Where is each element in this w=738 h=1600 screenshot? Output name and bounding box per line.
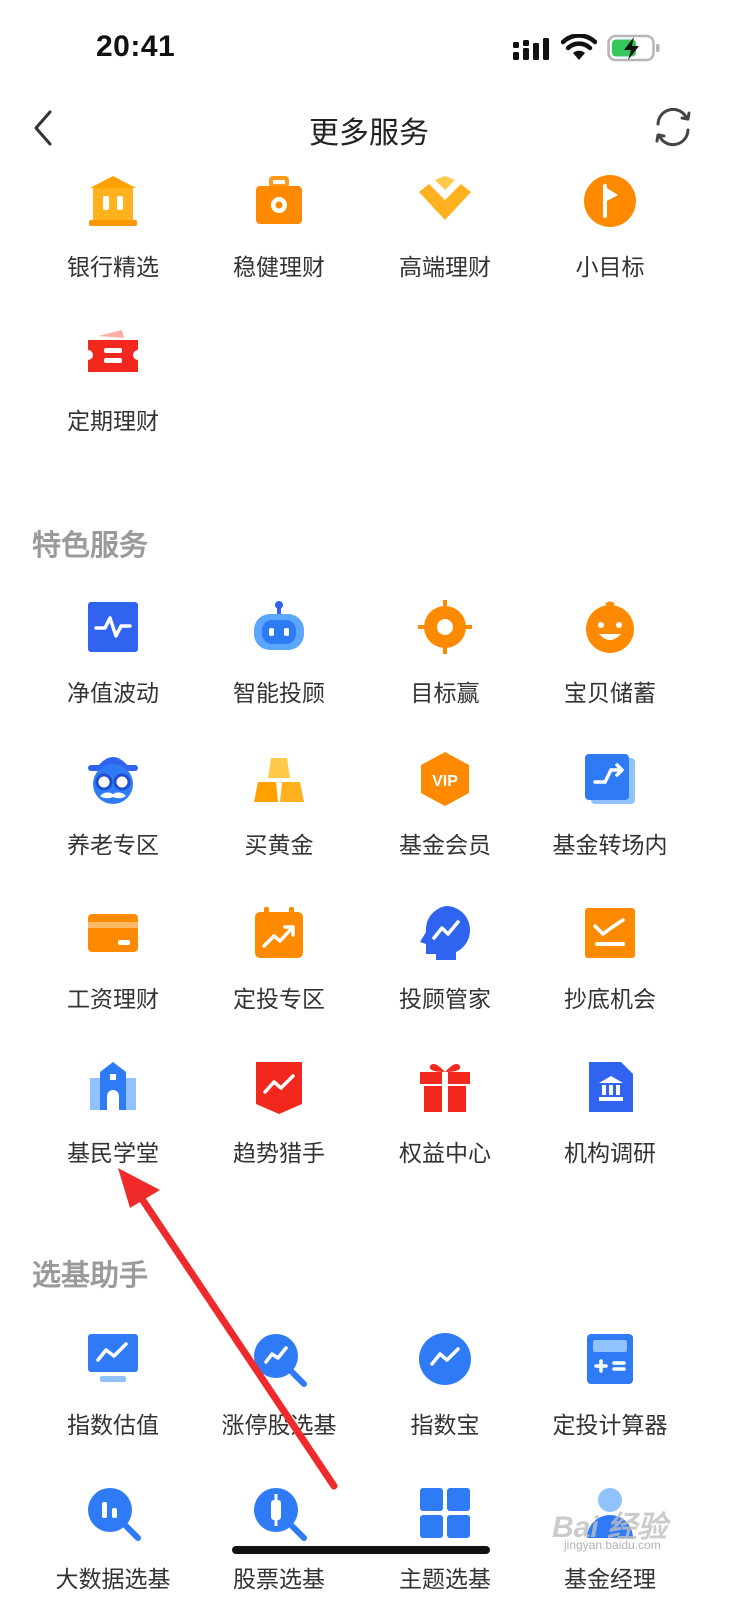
helper-big-data-fund[interactable]: 大数据选基 <box>30 1484 196 1600</box>
service-label: 涨停股选基 <box>221 1412 337 1438</box>
gift-icon <box>420 1064 470 1112</box>
helper-aip-calculator[interactable]: 定投计算器 <box>527 1330 693 1470</box>
institution-icon <box>589 1062 633 1112</box>
service-advisor-butler[interactable]: 投顾管家 <box>362 904 528 1044</box>
transfer-icon <box>585 754 635 804</box>
service-label: 股票选基 <box>233 1566 325 1592</box>
vip-icon: VIP <box>421 752 469 806</box>
baby-face-icon <box>586 601 634 653</box>
service-label: 指数宝 <box>410 1412 480 1438</box>
service-baby-savings[interactable]: 宝贝储蓄 <box>527 598 693 738</box>
vip-badge-text: VIP <box>432 773 458 790</box>
refresh-icon[interactable] <box>650 104 696 150</box>
service-investor-school[interactable]: 基民学堂 <box>30 1058 196 1198</box>
service-label: 宝贝储蓄 <box>564 680 656 706</box>
service-label: 机构调研 <box>564 1140 656 1166</box>
status-time: 20:41 <box>96 30 176 63</box>
advisor-head-icon <box>420 906 471 960</box>
service-benefits-center[interactable]: 权益中心 <box>362 1058 528 1198</box>
service-label: 定期理财 <box>67 408 159 434</box>
section-title-helper: 选基助手 <box>32 1260 149 1292</box>
service-label: 基金转场内 <box>552 832 668 858</box>
grandpa-icon <box>88 757 138 804</box>
monitor-trend-icon <box>88 1334 138 1382</box>
service-label: 目标赢 <box>410 680 480 706</box>
robot-icon <box>254 601 304 650</box>
page-title: 更多服务 <box>309 117 429 150</box>
index-circle-icon <box>419 1333 471 1385</box>
service-fixed-term[interactable]: 定期理财 <box>30 326 196 466</box>
service-small-goal[interactable]: 小目标 <box>527 172 693 312</box>
service-label: 指数估值 <box>67 1412 159 1438</box>
service-label: 基民学堂 <box>67 1140 159 1166</box>
chart-pulse-icon <box>88 602 138 652</box>
service-bank-select[interactable]: 银行精选 <box>30 172 196 312</box>
service-label: 主题选基 <box>399 1566 491 1592</box>
section-title-featured: 特色服务 <box>32 530 149 562</box>
service-steady-finance[interactable]: 稳健理财 <box>196 172 362 312</box>
service-label: 工资理财 <box>67 986 159 1012</box>
card-icon <box>88 914 138 952</box>
home-indicator <box>232 1546 490 1554</box>
service-buy-gold[interactable]: 买黄金 <box>196 750 362 890</box>
calendar-trend-icon <box>255 907 303 958</box>
service-label: 稳健理财 <box>233 254 325 280</box>
navigation-header: 更多服务 <box>0 96 738 160</box>
target-icon <box>418 600 472 654</box>
helper-stock-fund[interactable]: 股票选基 <box>196 1484 362 1600</box>
helper-index-valuation[interactable]: 指数估值 <box>30 1330 196 1470</box>
watermark-site: jingyan.baidu.com <box>564 1538 661 1552</box>
service-label: 定投专区 <box>233 986 325 1012</box>
search-trend-icon <box>254 1334 307 1387</box>
service-aip-zone[interactable]: 定投专区 <box>196 904 362 1044</box>
service-label: 抄底机会 <box>564 986 656 1012</box>
service-label: 基金会员 <box>399 832 491 858</box>
service-label: 定投计算器 <box>552 1412 668 1438</box>
service-label: 投顾管家 <box>399 986 491 1012</box>
service-robo-advisor[interactable]: 智能投顾 <box>196 598 362 738</box>
service-goal-win[interactable]: 目标赢 <box>362 598 528 738</box>
service-label: 趋势猎手 <box>233 1140 325 1166</box>
service-fund-transfer[interactable]: 基金转场内 <box>527 750 693 890</box>
service-nav-volatility[interactable]: 净值波动 <box>30 598 196 738</box>
battery-charging-icon <box>607 34 660 62</box>
service-label: 智能投顾 <box>233 680 325 706</box>
helper-theme-fund[interactable]: 主题选基 <box>362 1484 528 1600</box>
service-label: 大数据选基 <box>55 1566 171 1592</box>
service-institution-research[interactable]: 机构调研 <box>527 1058 693 1198</box>
service-label: 权益中心 <box>399 1140 491 1166</box>
watermark: Bai 经验 jingyan.baidu.com <box>552 1500 702 1560</box>
school-icon <box>90 1062 136 1110</box>
service-salary-finance[interactable]: 工资理财 <box>30 904 196 1044</box>
calculator-icon <box>587 1334 633 1384</box>
flag-icon <box>584 175 636 227</box>
ticket-icon <box>88 330 138 372</box>
service-high-end-finance[interactable]: 高端理财 <box>362 172 528 312</box>
trend-banner-icon <box>256 1062 302 1114</box>
service-label: 小目标 <box>575 254 645 280</box>
service-label: 银行精选 <box>67 254 159 280</box>
service-bottom-opportunity[interactable]: 抄底机会 <box>527 904 693 1044</box>
signal-icon <box>513 38 549 60</box>
service-pension-zone[interactable]: 养老专区 <box>30 750 196 890</box>
helper-index-treasure[interactable]: 指数宝 <box>362 1330 528 1470</box>
bank-icon <box>89 176 137 226</box>
service-label: 净值波动 <box>67 680 159 706</box>
service-label: 买黄金 <box>244 832 314 858</box>
gold-bars-icon <box>254 758 304 802</box>
service-label: 基金经理 <box>564 1566 656 1592</box>
search-bars-icon <box>88 1488 141 1541</box>
helper-limit-up-fund[interactable]: 涨停股选基 <box>196 1330 362 1470</box>
briefcase-icon <box>256 176 302 224</box>
service-trend-hunter[interactable]: 趋势猎手 <box>196 1058 362 1198</box>
bottom-chart-icon <box>585 908 635 958</box>
diamond-icon <box>419 176 471 220</box>
status-bar: 20:41 <box>0 0 738 96</box>
wifi-icon <box>561 34 597 60</box>
service-fund-vip[interactable]: VIP 基金会员 <box>362 750 528 890</box>
search-candle-icon <box>254 1488 307 1541</box>
service-label: 高端理财 <box>399 254 491 280</box>
service-label: 养老专区 <box>67 832 159 858</box>
grid-icon <box>420 1488 470 1538</box>
